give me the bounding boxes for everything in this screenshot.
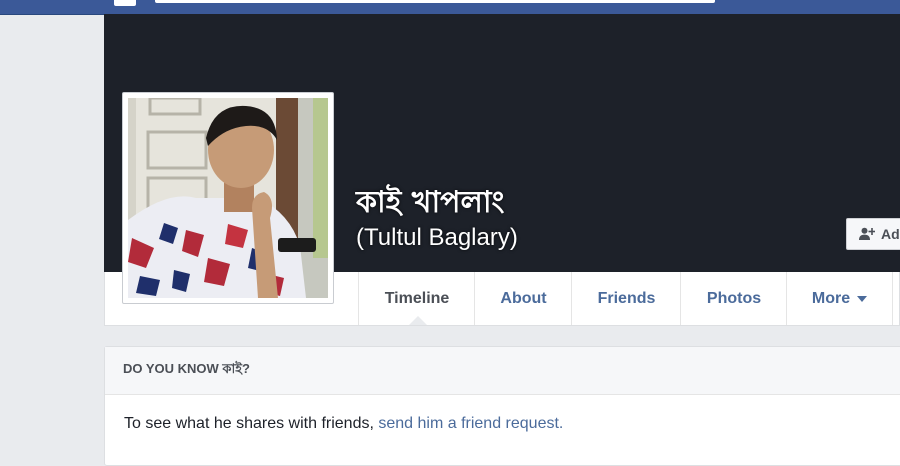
tab-about[interactable]: About: [474, 272, 572, 325]
tab-more-label: More: [811, 289, 851, 307]
tab-photos[interactable]: Photos: [680, 272, 787, 325]
do-you-know-text: To see what he shares with friends,: [124, 415, 374, 432]
facebook-logo-icon[interactable]: [114, 0, 136, 6]
do-you-know-card: DO YOU KNOW কাই? To see what he shares w…: [104, 346, 900, 466]
tab-friends-label: Friends: [597, 289, 656, 307]
caret-down-icon: [857, 295, 868, 302]
active-tab-indicator: [409, 316, 427, 325]
tab-photos-label: Photos: [706, 289, 762, 307]
tab-about-label: About: [500, 289, 547, 307]
profile-photo-image: [128, 98, 328, 298]
do-you-know-body: To see what he shares with friends, send…: [105, 395, 900, 433]
profile-name[interactable]: কাই খাপলাং: [356, 178, 504, 229]
add-friend-label: Ad: [881, 226, 900, 242]
add-friend-icon: [859, 227, 875, 241]
tab-more[interactable]: More: [786, 272, 893, 325]
tab-timeline-label: Timeline: [384, 289, 450, 307]
friend-request-link[interactable]: send him a friend request.: [378, 415, 563, 432]
tab-friends[interactable]: Friends: [571, 272, 681, 325]
profile-alternate-name: (Tultul Baglary): [356, 224, 518, 251]
search-input[interactable]: [155, 0, 715, 3]
do-you-know-header: DO YOU KNOW কাই?: [105, 347, 900, 395]
profile-picture[interactable]: [122, 92, 334, 304]
add-friend-button[interactable]: Ad: [846, 218, 900, 250]
top-bar: [0, 0, 900, 15]
